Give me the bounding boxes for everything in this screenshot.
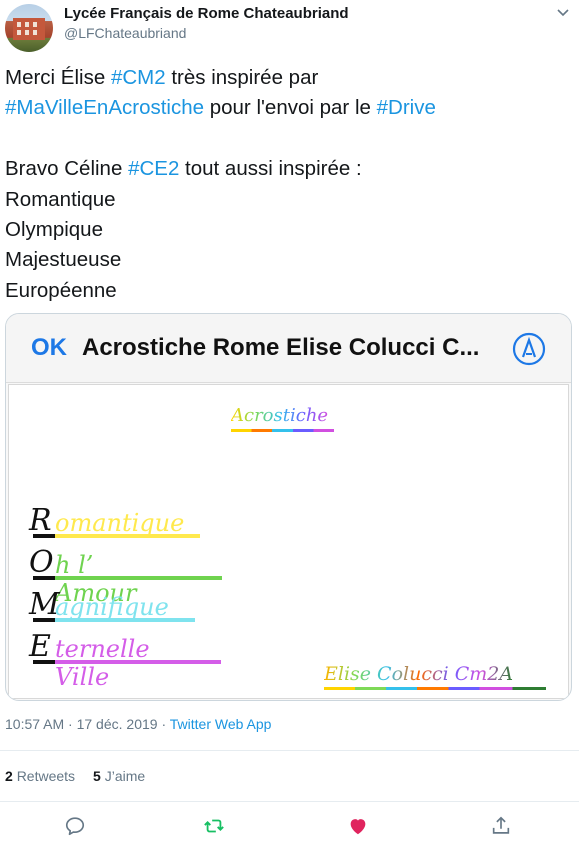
card-image: Acrostiche R omantique O h l’ Amour M ag… — [8, 384, 569, 699]
account-name[interactable]: Lycée Français de Rome Chateaubriand — [64, 5, 349, 22]
tweet-line-5: Olympique — [5, 217, 103, 241]
signature-underline — [324, 687, 546, 690]
hashtag-mavilleenacrostiche[interactable]: #MaVilleEnAcrostiche — [5, 96, 204, 119]
hashtag-drive[interactable]: #Drive — [377, 96, 436, 119]
retweets-stat[interactable]: 2 Retweets — [5, 768, 75, 784]
heading-underline — [231, 429, 334, 432]
source-app-link[interactable]: Twitter Web App — [170, 716, 272, 732]
hashtag-ce2[interactable]: #CE2 — [128, 157, 179, 180]
divider — [0, 801, 579, 802]
avatar[interactable] — [5, 4, 53, 52]
likes-stat[interactable]: 5 J’aime — [93, 768, 145, 784]
signature: Elise Colucci Cm2A — [324, 663, 514, 685]
tweet-line-6: Majestueuse — [5, 248, 122, 272]
account-handle[interactable]: @LFChateaubriand — [64, 25, 186, 41]
hashtag-cm2[interactable]: #CM2 — [111, 66, 166, 89]
timestamp[interactable]: 10:57 AM · 17 déc. 2019 — [5, 716, 158, 732]
tweet-line-7: Européenne — [5, 278, 117, 302]
reply-icon[interactable] — [64, 815, 86, 837]
chevron-down-icon[interactable] — [555, 4, 571, 20]
pen-circle-icon[interactable] — [512, 332, 546, 366]
share-icon[interactable] — [490, 815, 512, 837]
card-header: OK Acrostiche Rome Elise Colucci C... — [6, 314, 571, 383]
tweet-line-4: Romantique — [5, 187, 116, 211]
heart-icon[interactable] — [347, 815, 369, 837]
tweet-stats: 2 Retweets 5 J’aime — [5, 768, 145, 784]
divider — [0, 750, 579, 751]
tweet-metadata: 10:57 AM · 17 déc. 2019 · Twitter Web Ap… — [5, 716, 272, 732]
tweet-line-2: #MaVilleEnAcrostiche pour l'envoi par le… — [5, 96, 436, 120]
card-title: Acrostiche Rome Elise Colucci C... — [82, 334, 480, 361]
tweet-line-3: Bravo Céline #CE2 tout aussi inspirée : — [5, 157, 362, 181]
attachment-card[interactable]: OK Acrostiche Rome Elise Colucci C... Ac… — [5, 313, 572, 701]
tweet-text: Merci Élise #CM2 très inspirée par #MaVi… — [5, 63, 565, 306]
acrostic-heading: Acrostiche — [231, 405, 329, 426]
tweet-line-1: Merci Élise #CM2 très inspirée par — [5, 66, 319, 89]
retweet-icon[interactable] — [203, 815, 225, 837]
ok-button[interactable]: OK — [31, 334, 67, 362]
